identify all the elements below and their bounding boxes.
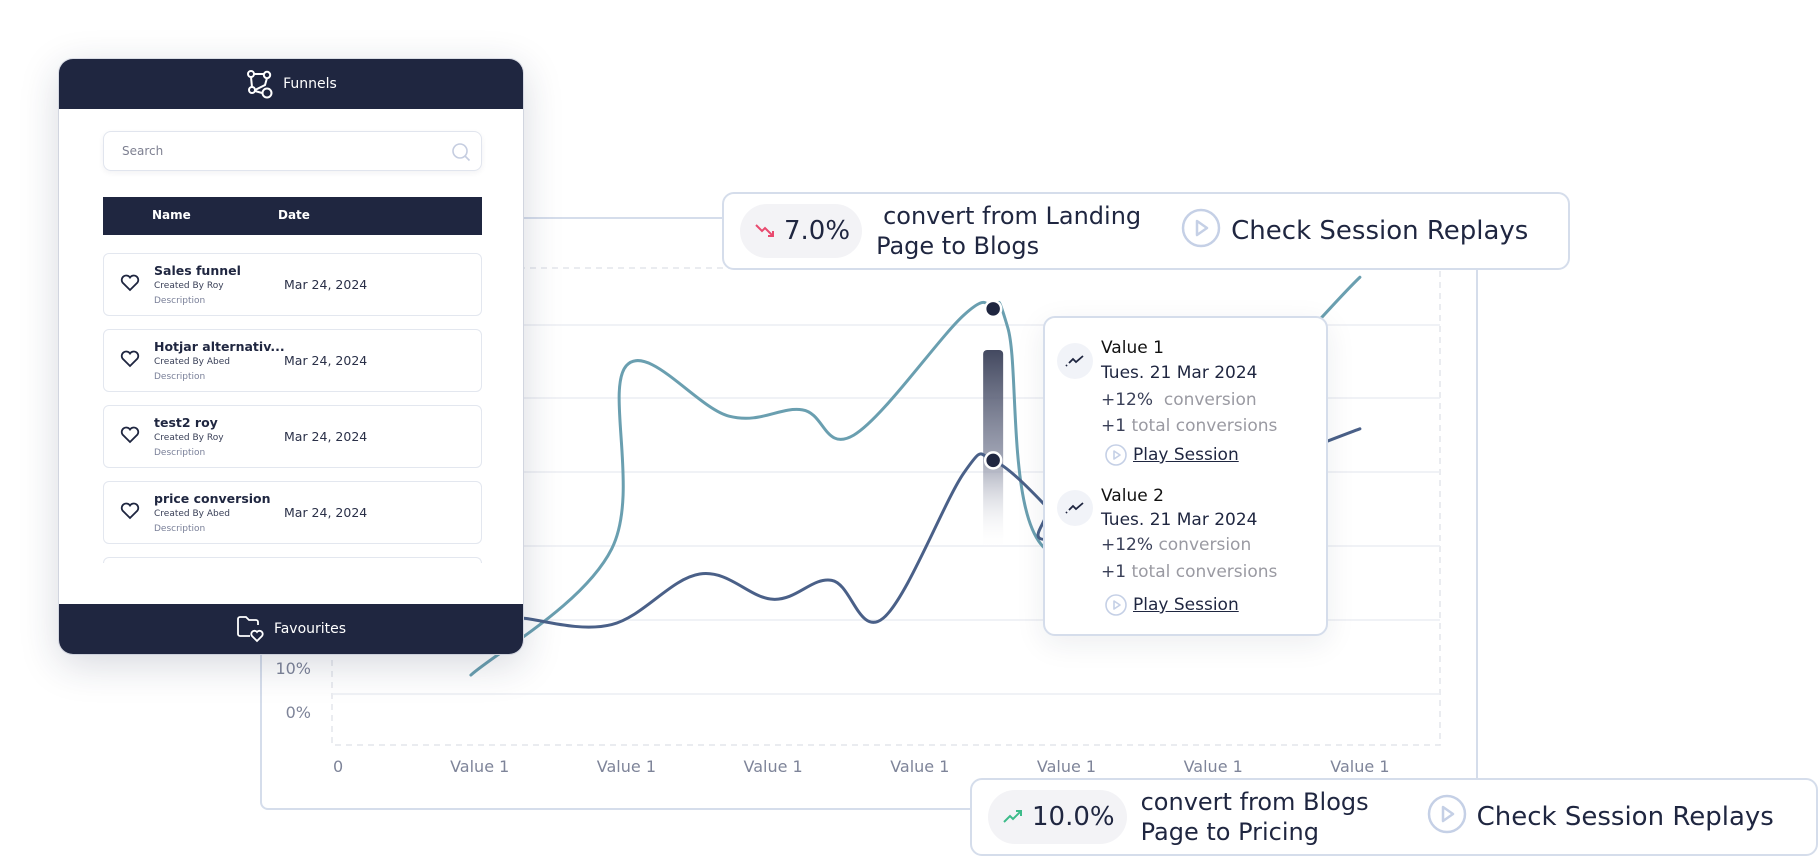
check-session-replays-label: Check Session Replays (1231, 216, 1529, 246)
tooltip-date: Tues. 21 Mar 2024 (1101, 363, 1258, 383)
conversion-rate-pill: 10.0% (988, 790, 1127, 844)
tooltip-date: Tues. 21 Mar 2024 (1101, 510, 1258, 530)
column-name[interactable]: Name (152, 208, 191, 222)
funnels-panel: Funnels Name Date Sales funnel Created B… (59, 59, 523, 654)
search-icon[interactable] (451, 142, 471, 166)
tooltip-total: +1 total conversions (1101, 416, 1277, 436)
table-header: Name Date (103, 197, 482, 235)
tooltip-series-name: Value 2 (1101, 486, 1164, 506)
funnel-row[interactable]: Hotjar alternativ... Created By Abed Des… (103, 329, 482, 392)
play-session-label: Play Session (1133, 445, 1239, 465)
funnel-description: Description (154, 524, 206, 534)
total-value: +1 (1101, 416, 1127, 436)
heart-icon[interactable] (120, 274, 140, 296)
conversion-description-line1: convert from Blogs (1140, 788, 1369, 816)
heart-icon[interactable] (120, 350, 140, 372)
trend-line-icon (1057, 490, 1093, 526)
column-date[interactable]: Date (278, 208, 310, 222)
conversion-label: conversion (1158, 535, 1252, 555)
favourites-button[interactable]: Favourites (59, 604, 523, 654)
conversion-description-line2: Page to Pricing (1140, 818, 1319, 846)
play-circle-icon (1105, 444, 1127, 466)
funnel-icon (245, 69, 275, 99)
total-label: total conversions (1131, 562, 1278, 582)
trend-down-icon (754, 216, 778, 246)
favourites-label: Favourites (273, 621, 347, 637)
folder-heart-icon (236, 615, 266, 643)
funnel-row[interactable]: price conversion Created By Abed Descrip… (103, 481, 482, 544)
funnel-row[interactable]: test2 roy Created By Roy Description Mar… (103, 405, 482, 468)
tooltip-total: +1 total conversions (1101, 562, 1277, 582)
total-label: total conversions (1131, 416, 1278, 436)
funnel-creator: Created By Roy (154, 433, 224, 443)
funnel-name: Sales funnel (154, 263, 241, 278)
funnel-creator: Created By Roy (154, 281, 224, 291)
funnel-name: Hotjar alternativ... (154, 339, 285, 354)
conversion-rate: 7.0% (784, 216, 851, 246)
conversion-banner-landing-to-blogs: 7.0% convert from Landing Page to Blogs … (722, 192, 1570, 270)
conversion-description-line2: Page to Blogs (876, 232, 1040, 260)
funnel-row[interactable]: Sales funnel Created By Roy Description … (103, 253, 482, 316)
funnel-creator: Created By Abed (154, 357, 230, 367)
funnel-date: Mar 24, 2024 (284, 429, 368, 444)
conversion-rate: 10.0% (1032, 802, 1115, 832)
conversion-description: convert from Blogs Page to Pricing (1141, 787, 1369, 847)
conversion-label: conversion (1163, 390, 1257, 410)
trend-up-icon (1002, 802, 1026, 832)
chart-tooltip: Value 1 Tues. 21 Mar 2024 +12% conversio… (1043, 316, 1328, 636)
conversion-value: +12% (1101, 390, 1154, 410)
funnel-description: Description (154, 448, 206, 458)
funnels-title: Funnels (283, 76, 337, 92)
conversion-banner-blogs-to-pricing: 10.0% convert from Blogs Page to Pricing… (970, 778, 1818, 856)
conversion-description: convert from Landing Page to Blogs (876, 201, 1141, 261)
funnel-row-partial[interactable] (103, 557, 482, 563)
conversion-description-line1: convert from Landing (883, 202, 1142, 230)
funnel-list: Sales funnel Created By Roy Description … (103, 253, 482, 563)
funnel-creator: Created By Abed (154, 509, 230, 519)
play-session-label: Play Session (1133, 595, 1239, 615)
play-circle-icon (1105, 594, 1127, 616)
search-box (103, 131, 482, 171)
play-circle-icon (1427, 794, 1467, 841)
funnel-name: price conversion (154, 491, 271, 506)
tooltip-conversion: +12% conversion (1101, 535, 1251, 555)
conversion-rate-pill: 7.0% (740, 204, 863, 258)
funnel-description: Description (154, 372, 206, 382)
check-session-replays-button[interactable]: Check Session Replays (1181, 208, 1528, 255)
funnel-date: Mar 24, 2024 (284, 353, 368, 368)
play-session-link[interactable]: Play Session (1105, 594, 1239, 616)
check-session-replays-label: Check Session Replays (1476, 802, 1774, 832)
check-session-replays-button[interactable]: Check Session Replays (1427, 794, 1774, 841)
trend-line-icon (1057, 343, 1093, 379)
search-input[interactable] (104, 132, 481, 170)
funnel-description: Description (154, 296, 206, 306)
tooltip-conversion: +12% conversion (1101, 390, 1257, 410)
heart-icon[interactable] (120, 502, 140, 524)
total-value: +1 (1101, 562, 1127, 582)
conversion-value: +12% (1101, 535, 1154, 555)
tooltip-series-name: Value 1 (1101, 338, 1164, 358)
funnel-date: Mar 24, 2024 (284, 505, 368, 520)
heart-icon[interactable] (120, 426, 140, 448)
play-circle-icon (1181, 208, 1221, 255)
funnel-name: test2 roy (154, 415, 218, 430)
funnels-header[interactable]: Funnels (59, 59, 523, 109)
funnel-date: Mar 24, 2024 (284, 277, 368, 292)
play-session-link[interactable]: Play Session (1105, 444, 1239, 466)
